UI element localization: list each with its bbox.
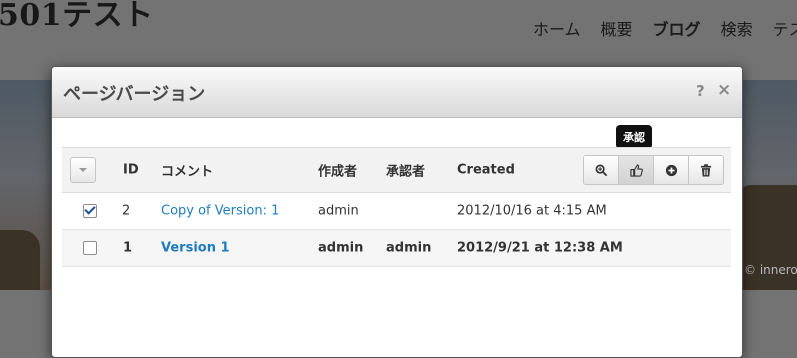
nav-item-search[interactable]: 検索 bbox=[721, 16, 753, 40]
column-header-comment: コメント bbox=[161, 164, 214, 180]
dialog-header: ページバージョン ? × bbox=[52, 67, 742, 118]
row-comment-link[interactable]: Version 1 bbox=[161, 241, 230, 256]
trash-icon bbox=[700, 163, 712, 176]
compare-button[interactable] bbox=[584, 156, 619, 184]
duplicate-button[interactable] bbox=[654, 156, 689, 184]
versions-table: ID コメント 作成者 承認者 Created 2 Copy of Versio… bbox=[62, 147, 731, 267]
table-row[interactable]: 2 Copy of Version: 1 admin 2012/10/16 at… bbox=[62, 193, 731, 230]
plus-circle-icon bbox=[665, 164, 677, 176]
row-id: 2 bbox=[122, 203, 131, 219]
site-nav: ホーム 概要 ブログ 検索 テス bbox=[533, 16, 797, 40]
row-created: 2012/10/16 at 4:15 AM bbox=[457, 203, 607, 219]
row-checkbox[interactable] bbox=[83, 204, 97, 218]
row-comment-link[interactable]: Copy of Version: 1 bbox=[161, 204, 279, 219]
nav-item-home[interactable]: ホーム bbox=[533, 16, 581, 40]
hero-credit: © innero bbox=[744, 263, 797, 277]
nav-item-about[interactable]: 概要 bbox=[601, 16, 633, 40]
hero-rock-left bbox=[0, 230, 40, 290]
row-author: admin bbox=[318, 240, 364, 256]
approve-tooltip: 承認 bbox=[616, 125, 652, 154]
column-header-created: Created bbox=[457, 162, 515, 178]
column-header-approver: 承認者 bbox=[386, 164, 426, 180]
table-header: ID コメント 作成者 承認者 Created bbox=[62, 147, 731, 193]
thumbs-up-icon bbox=[629, 163, 643, 177]
nav-item-test[interactable]: テス bbox=[773, 16, 797, 40]
bulk-select-dropdown[interactable] bbox=[70, 157, 96, 183]
row-approver: admin bbox=[386, 240, 432, 256]
column-header-id: ID bbox=[123, 162, 139, 178]
dialog-title: ページバージョン bbox=[63, 84, 206, 105]
table-row[interactable]: 1 Version 1 admin admin 2012/9/21 at 12:… bbox=[62, 230, 731, 267]
help-button[interactable]: ? bbox=[696, 82, 705, 100]
page-versions-dialog: ページバージョン ? × 承認 ID コメント 作成者 承認者 Created bbox=[51, 66, 743, 358]
site-title[interactable]: 501テスト bbox=[0, 0, 154, 34]
row-checkbox[interactable] bbox=[83, 241, 97, 255]
row-author: admin bbox=[318, 203, 359, 219]
approve-button[interactable] bbox=[619, 156, 654, 184]
row-created: 2012/9/21 at 12:38 AM bbox=[457, 240, 623, 256]
column-header-author: 作成者 bbox=[318, 164, 358, 180]
version-actions-toolbar bbox=[583, 155, 724, 185]
zoom-in-icon bbox=[595, 164, 607, 176]
nav-item-blog[interactable]: ブログ bbox=[653, 16, 701, 40]
close-button[interactable]: × bbox=[717, 80, 731, 100]
delete-button[interactable] bbox=[689, 156, 723, 184]
row-id: 1 bbox=[123, 240, 133, 256]
